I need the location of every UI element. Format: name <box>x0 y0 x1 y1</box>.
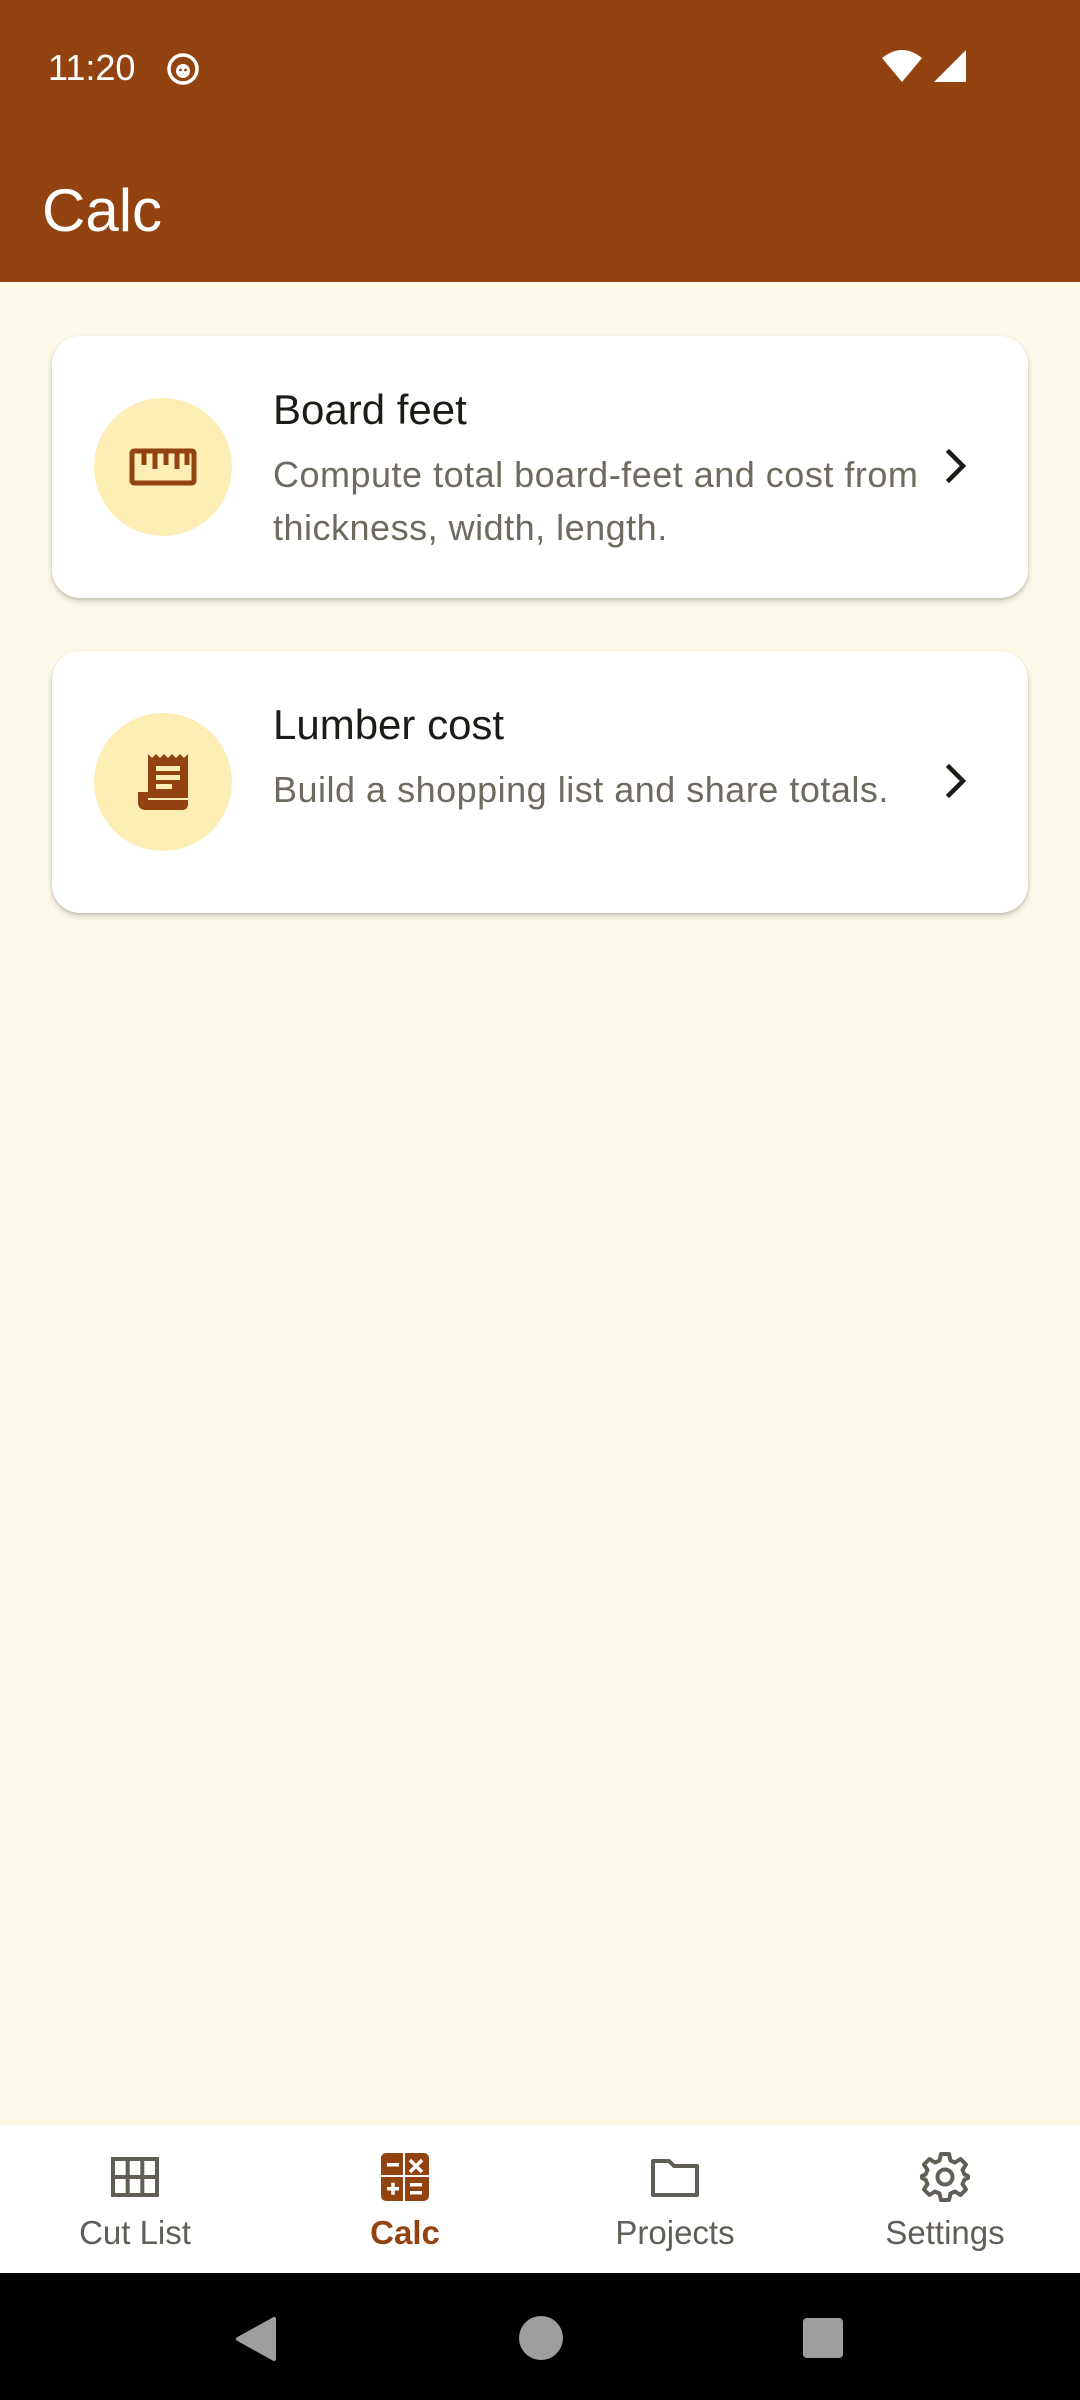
card-icon-container <box>94 713 232 851</box>
back-icon[interactable] <box>234 2315 278 2363</box>
nav-item-calc[interactable]: Calc <box>270 2125 540 2273</box>
folder-icon <box>651 2159 699 2197</box>
card-description: Build a shopping list and share totals. <box>273 769 889 810</box>
signal-icon <box>934 50 966 82</box>
recents-icon[interactable] <box>802 2317 844 2359</box>
gear-icon <box>920 2152 970 2202</box>
nav-label: Calc <box>370 2214 440 2251</box>
top-app-bar: 11:20 Calc <box>0 0 1080 282</box>
nav-label: Projects <box>615 2214 735 2251</box>
card-description: Compute total board-feet and cost from t… <box>273 454 919 548</box>
lumber-cost-card[interactable]: Lumber cost Build a shopping list and sh… <box>52 651 1028 913</box>
chevron-right-icon <box>945 763 967 799</box>
nav-item-settings[interactable]: Settings <box>810 2125 1080 2273</box>
ruler-icon <box>129 448 197 486</box>
card-title: Board feet <box>273 386 467 433</box>
status-time: 11:20 <box>48 47 136 88</box>
board-feet-card[interactable]: Board feet Compute total board-feet and … <box>52 336 1028 598</box>
home-icon[interactable] <box>518 2315 564 2361</box>
grid-icon <box>111 2157 159 2197</box>
status-icons <box>880 48 968 84</box>
nav-label: Settings <box>885 2214 1005 2251</box>
nav-label: Cut List <box>79 2214 191 2251</box>
card-title: Lumber cost <box>273 701 505 748</box>
nav-item-projects[interactable]: Projects <box>540 2125 810 2273</box>
chevron-right-icon <box>945 448 967 484</box>
app-root: 11:20 Calc Board feet Compute total boar… <box>0 0 1080 2400</box>
card-icon-container <box>94 398 232 536</box>
nav-item-cut-list[interactable]: Cut List <box>0 2125 270 2273</box>
status-app-icon <box>167 53 199 85</box>
page-title: Calc <box>42 177 163 244</box>
receipt-icon <box>138 754 188 810</box>
calculator-icon <box>381 2153 429 2201</box>
system-navigation-bar <box>0 2273 1080 2400</box>
bottom-navigation: Cut List Calc Projects Settings <box>0 2125 1080 2273</box>
wifi-icon <box>882 50 922 82</box>
